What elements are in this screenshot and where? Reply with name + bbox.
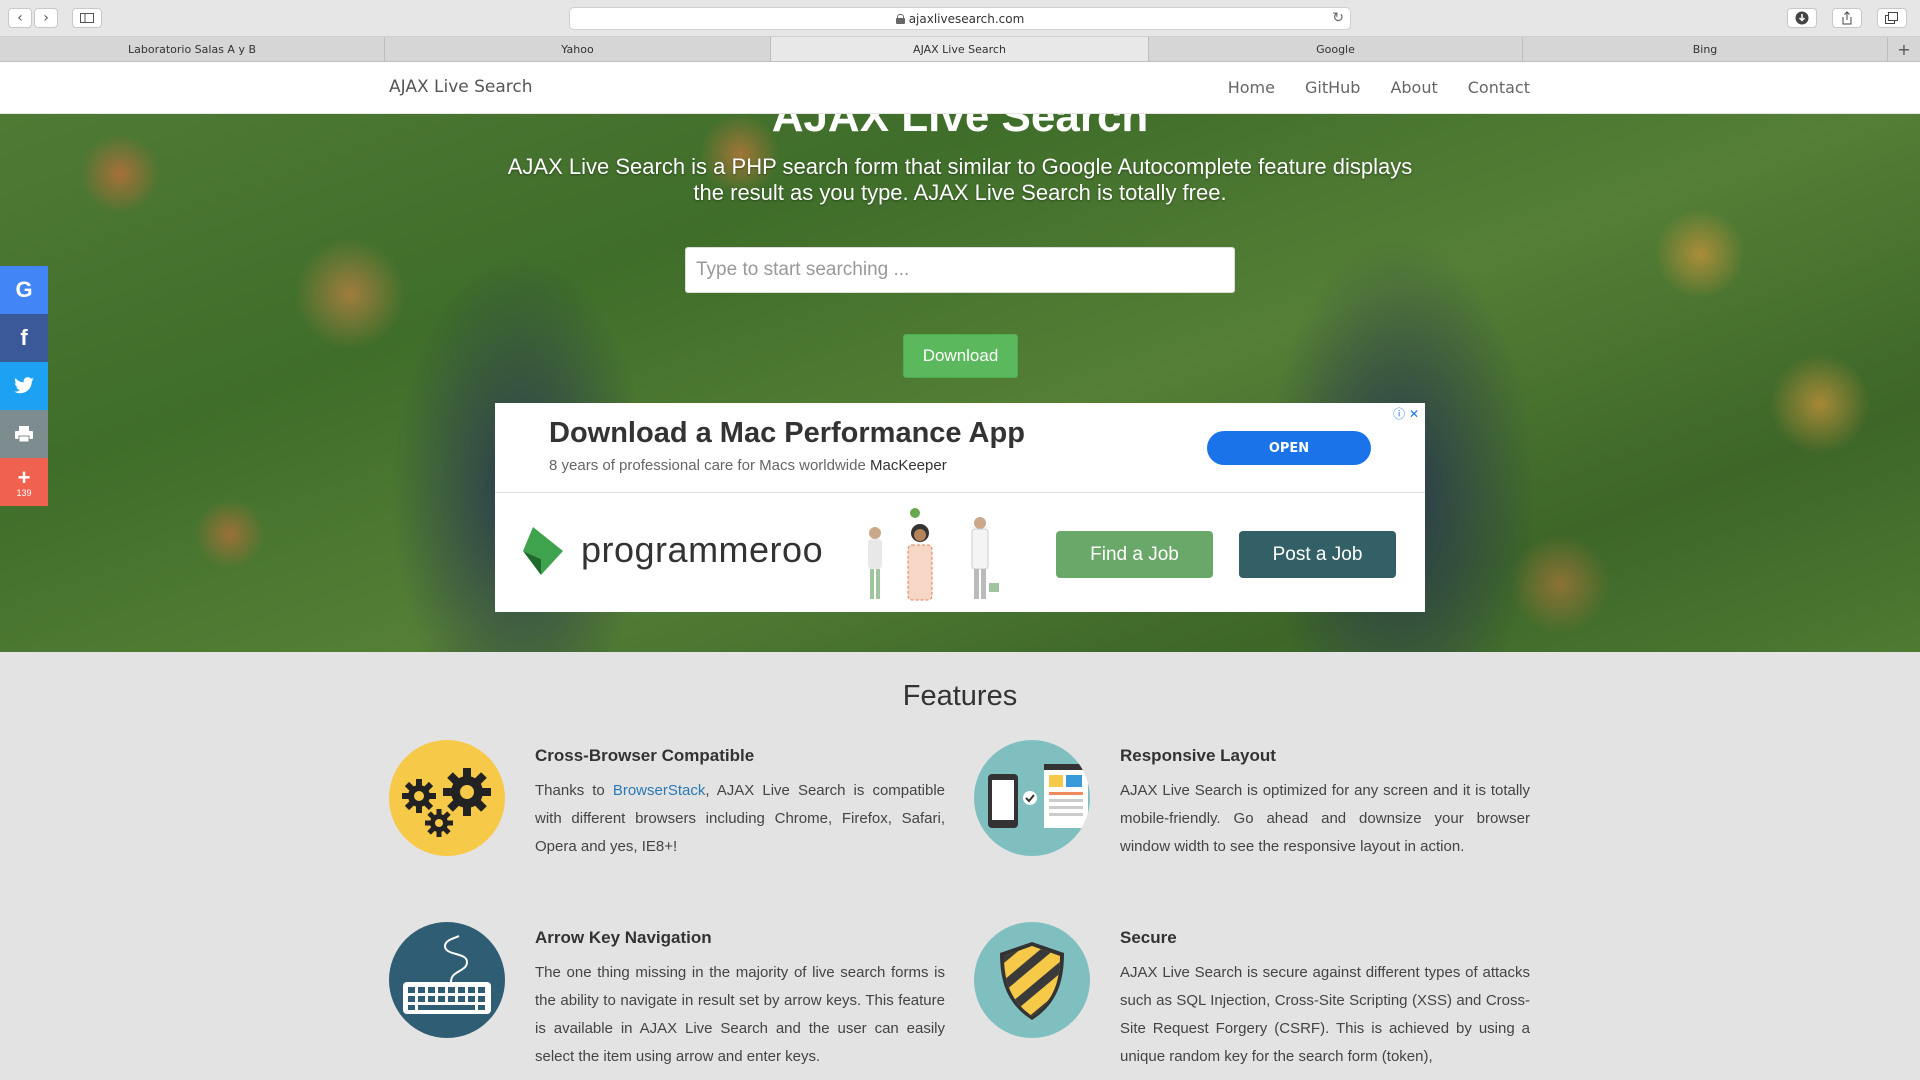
back-button[interactable]: ‹ bbox=[8, 8, 32, 28]
sidebar-icon bbox=[80, 13, 94, 23]
feature-body: Cross-Browser Compatible Thanks to Brows… bbox=[535, 746, 945, 861]
hero-description: AJAX Live Search is a PHP search form th… bbox=[507, 154, 1413, 205]
chevron-right-icon: › bbox=[43, 10, 49, 26]
find-job-button[interactable]: Find a Job bbox=[1056, 531, 1213, 578]
print-icon bbox=[15, 426, 33, 443]
tab-yahoo[interactable]: Yahoo bbox=[385, 37, 771, 61]
download-button[interactable]: Download bbox=[903, 334, 1018, 378]
ad-top-section: Download a Mac Performance App 8 years o… bbox=[495, 403, 1425, 493]
tabs-icon bbox=[1885, 12, 1898, 24]
social-share-bar: G f + 139 bbox=[0, 266, 48, 506]
address-url: ajaxlivesearch.com bbox=[908, 11, 1025, 26]
feature-body: Responsive Layout AJAX Live Search is op… bbox=[1120, 746, 1530, 861]
keyboard-icon bbox=[389, 922, 505, 1038]
plus-icon: + bbox=[1897, 39, 1911, 59]
print-button[interactable] bbox=[0, 410, 48, 458]
plus-icon: + bbox=[17, 464, 31, 490]
tab-label: Yahoo bbox=[561, 42, 594, 56]
forward-button[interactable]: › bbox=[34, 8, 58, 28]
share-icon bbox=[1842, 11, 1852, 25]
share-count: 139 bbox=[16, 487, 32, 498]
feature-heading: Responsive Layout bbox=[1120, 746, 1276, 765]
gears-icon bbox=[389, 740, 505, 856]
nav-github[interactable]: GitHub bbox=[1305, 78, 1360, 97]
feature-text-part: Thanks to bbox=[535, 782, 613, 799]
ad-advertiser: MacKeeper bbox=[869, 457, 947, 474]
downloads-button[interactable] bbox=[1787, 8, 1817, 28]
nav-about[interactable]: About bbox=[1390, 78, 1437, 97]
twitter-share-button[interactable] bbox=[0, 362, 48, 410]
tab-label: Bing bbox=[1692, 42, 1718, 56]
ad-subtitle: 8 years of professional care for Macs wo… bbox=[549, 457, 947, 474]
feature-heading: Arrow Key Navigation bbox=[535, 928, 712, 947]
post-job-button[interactable]: Post a Job bbox=[1239, 531, 1396, 578]
feature-text: Thanks to BrowserStack, AJAX Live Search… bbox=[535, 777, 945, 861]
shield-icon bbox=[974, 922, 1090, 1038]
google-share-button[interactable]: G bbox=[0, 266, 48, 314]
close-icon[interactable]: ✕ bbox=[1409, 407, 1419, 421]
browserstack-link[interactable]: BrowserStack bbox=[613, 782, 706, 799]
hero-title: AJAX Live Search bbox=[771, 114, 1149, 141]
tab-label: AJAX Live Search bbox=[913, 42, 1006, 56]
address-bar[interactable]: ajaxlivesearch.com ↻ bbox=[569, 7, 1351, 30]
info-icon[interactable]: ⓘ bbox=[1393, 407, 1405, 421]
feature-heading: Secure bbox=[1120, 928, 1177, 947]
tab-ajax-live-search[interactable]: AJAX Live Search bbox=[771, 37, 1149, 61]
feature-text: AJAX Live Search is optimized for any sc… bbox=[1120, 782, 1530, 855]
ad-banner[interactable]: Download a Mac Performance App 8 years o… bbox=[495, 403, 1425, 612]
devices-icon bbox=[974, 740, 1090, 856]
chevron-left-icon: ‹ bbox=[17, 10, 23, 26]
more-share-button[interactable]: + 139 bbox=[0, 458, 48, 506]
twitter-icon bbox=[14, 377, 34, 394]
site-navbar: AJAX Live Search Home GitHub About Conta… bbox=[0, 62, 1920, 114]
google-icon: G bbox=[15, 277, 33, 302]
download-icon bbox=[1795, 11, 1809, 25]
ad-subtitle-text: 8 years of professional care for Macs wo… bbox=[549, 457, 866, 474]
site-brand[interactable]: AJAX Live Search bbox=[389, 77, 533, 97]
feature-text: The one thing missing in the majority of… bbox=[535, 964, 945, 1065]
features-title: Features bbox=[902, 680, 1018, 712]
tab-google[interactable]: Google bbox=[1149, 37, 1523, 61]
ad-bottom-section: programmeroo Find a Job Post a Job bbox=[495, 493, 1425, 612]
tabs-overview-button[interactable] bbox=[1877, 8, 1907, 28]
browser-toolbar: ‹ › ajaxlivesearch.com ↻ bbox=[0, 0, 1920, 37]
tab-label: Google bbox=[1316, 42, 1355, 56]
feature-body: Secure AJAX Live Search is secure agains… bbox=[1120, 928, 1530, 1071]
tab-bar: Laboratorio Salas A y B Yahoo AJAX Live … bbox=[0, 37, 1920, 62]
tab-label: Laboratorio Salas A y B bbox=[127, 42, 256, 56]
hero-section: AJAX Live Search AJAX Live Search is a P… bbox=[0, 114, 1920, 652]
feature-text: AJAX Live Search is secure against diffe… bbox=[1120, 964, 1530, 1065]
lock-icon bbox=[895, 13, 905, 24]
ad-brand-name: programmeroo bbox=[581, 529, 824, 570]
facebook-icon: f bbox=[20, 325, 28, 350]
tab-bing[interactable]: Bing bbox=[1523, 37, 1888, 61]
nav-menu: Home GitHub About Contact bbox=[1228, 78, 1530, 97]
feature-body: Arrow Key Navigation The one thing missi… bbox=[535, 928, 945, 1071]
ad-open-button[interactable]: OPEN bbox=[1207, 431, 1371, 465]
search-input[interactable] bbox=[685, 247, 1235, 293]
programmeroo-logo-icon bbox=[523, 527, 563, 575]
features-section: Features Cross-Browser Compatible Thanks… bbox=[0, 652, 1920, 1080]
sidebar-toggle-button[interactable] bbox=[72, 8, 102, 28]
nav-contact[interactable]: Contact bbox=[1468, 78, 1530, 97]
ad-info-close-icons[interactable]: ⓘ ✕ bbox=[1393, 405, 1419, 422]
new-tab-button[interactable]: + bbox=[1888, 37, 1920, 61]
feature-heading: Cross-Browser Compatible bbox=[535, 746, 755, 765]
ad-headline[interactable]: Download a Mac Performance App bbox=[549, 417, 1025, 450]
reload-icon[interactable]: ↻ bbox=[1332, 10, 1344, 26]
facebook-share-button[interactable]: f bbox=[0, 314, 48, 362]
share-button[interactable] bbox=[1832, 8, 1862, 28]
nav-home[interactable]: Home bbox=[1228, 78, 1275, 97]
tab-laboratorio[interactable]: Laboratorio Salas A y B bbox=[0, 37, 385, 61]
people-illustration bbox=[868, 508, 999, 601]
